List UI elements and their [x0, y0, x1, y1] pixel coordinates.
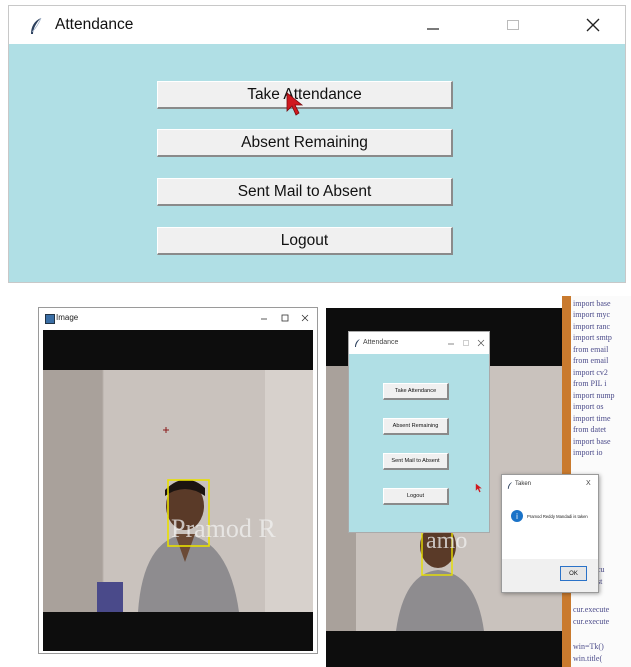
- logout-button[interactable]: Logout: [383, 488, 449, 505]
- app-icon: [45, 314, 55, 324]
- ok-button[interactable]: OK: [560, 566, 587, 581]
- image-window-title: Image: [56, 313, 79, 322]
- mouse-cursor-icon: [286, 92, 304, 116]
- close-button[interactable]: [575, 12, 611, 38]
- attendance-window: Attendance Take Attendance Absent Remain…: [8, 5, 626, 283]
- code-line: from email: [573, 345, 609, 354]
- code-line: cur.execute: [573, 605, 610, 614]
- maximize-icon[interactable]: [462, 339, 470, 347]
- dialog-body: i Pramod Reddy Mandadi is taken: [502, 495, 598, 559]
- close-icon[interactable]: [477, 339, 485, 347]
- minimize-icon[interactable]: [447, 339, 455, 347]
- window-title: Attendance: [55, 16, 134, 33]
- take-attendance-button[interactable]: Take Attendance: [157, 81, 453, 109]
- sent-mail-to-absent-button[interactable]: Sent Mail to Absent: [383, 453, 449, 470]
- code-line: import cv2: [573, 368, 608, 377]
- feather-icon: [355, 339, 360, 347]
- info-icon: i: [511, 510, 523, 522]
- code-line: import base: [573, 437, 611, 446]
- code-line: import nump: [573, 391, 615, 400]
- dialog-footer: OK: [502, 559, 598, 592]
- minimize-icon[interactable]: [259, 313, 269, 323]
- code-line: from PIL i: [573, 379, 607, 388]
- feather-icon: [31, 17, 42, 34]
- absent-remaining-button[interactable]: Absent Remaining: [383, 418, 449, 435]
- title-bar[interactable]: Attendance: [349, 332, 489, 354]
- code-line: win.title(: [573, 654, 603, 663]
- title-bar[interactable]: Attendance: [9, 6, 625, 44]
- recognized-name-overlay: Pramod R: [171, 514, 276, 543]
- maximize-icon: [507, 20, 519, 30]
- taken-dialog: Taken X i Pramod Reddy Mandadi is taken …: [501, 474, 599, 593]
- code-line: import smtp: [573, 333, 612, 342]
- close-icon: [586, 18, 600, 32]
- code-line: import base: [573, 299, 611, 308]
- maximize-button[interactable]: [495, 12, 531, 38]
- minimize-button[interactable]: [415, 12, 451, 38]
- minimize-icon: [427, 28, 439, 30]
- mouse-cursor-icon: [475, 483, 482, 493]
- code-line: import ranc: [573, 322, 611, 331]
- close-icon[interactable]: [300, 313, 310, 323]
- code-line: import os: [573, 402, 604, 411]
- camera-frame: [43, 330, 313, 651]
- image-window: Image Pramod R: [38, 307, 318, 654]
- code-line: win=Tk(): [573, 642, 604, 651]
- code-line: import myc: [573, 310, 611, 319]
- code-line: from datet: [573, 425, 607, 434]
- feather-icon: [507, 482, 513, 489]
- take-attendance-button[interactable]: Take Attendance: [383, 383, 449, 400]
- dialog-close-icon[interactable]: X: [586, 480, 591, 487]
- camera-feed: Pramod R: [43, 330, 313, 651]
- dialog-title: Taken: [515, 481, 532, 487]
- code-line: import io: [573, 448, 603, 457]
- second-screenshot: amo import base import myc import ranc i…: [322, 296, 631, 667]
- window-title: Attendance: [363, 339, 399, 346]
- sent-mail-to-absent-button[interactable]: Sent Mail to Absent: [157, 178, 453, 206]
- attendance-window-small: Attendance Take Attendance Absent Remain…: [348, 331, 490, 533]
- image-title-bar[interactable]: Image: [39, 308, 317, 328]
- code-line: cur.execute: [573, 617, 610, 626]
- logout-button[interactable]: Logout: [157, 227, 453, 255]
- maximize-icon[interactable]: [280, 313, 290, 323]
- code-line: from email: [573, 356, 609, 365]
- code-line: import time: [573, 414, 611, 423]
- dialog-message: Pramod Reddy Mandadi is taken: [527, 514, 588, 519]
- absent-remaining-button[interactable]: Absent Remaining: [157, 129, 453, 157]
